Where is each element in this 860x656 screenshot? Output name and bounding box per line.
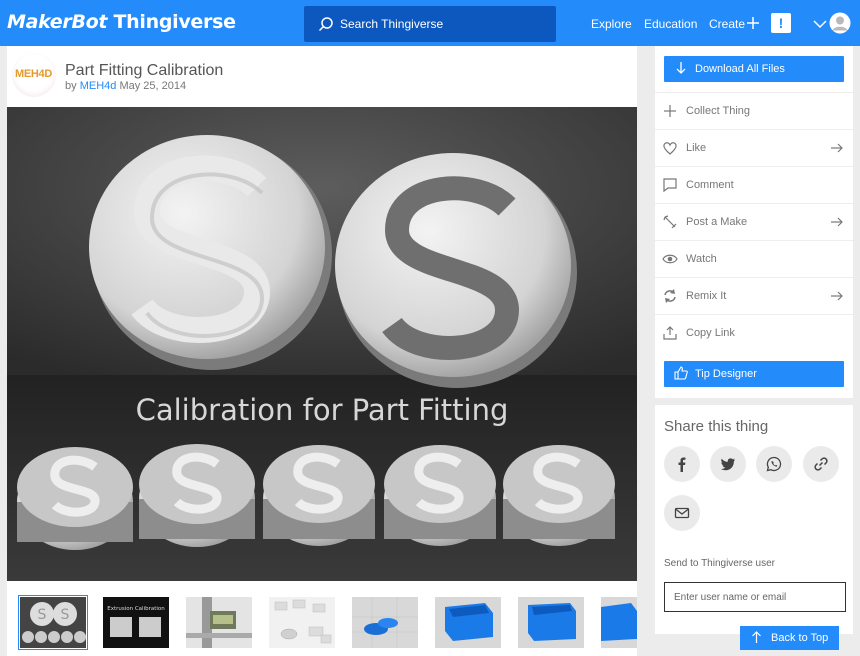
blue-box-render-icon [435, 597, 501, 648]
action-label: Post a Make [686, 216, 748, 228]
thing-title: Part Fitting Calibration [65, 62, 224, 79]
action-label: Remix It [686, 290, 727, 302]
download-label: Download All Files [695, 63, 785, 75]
watch-button[interactable]: Watch [655, 240, 853, 277]
arrow-up-icon [752, 631, 761, 643]
author-link[interactable]: MEH4d [80, 80, 117, 92]
arrow-right-icon [831, 217, 843, 227]
remix-it-button[interactable]: Remix It [655, 277, 853, 314]
share-facebook-button[interactable] [664, 446, 700, 482]
nav-create[interactable]: Create [709, 17, 759, 31]
remix-icon [664, 289, 676, 303]
action-label: Collect Thing [686, 105, 750, 117]
blue-box-render-icon [601, 597, 637, 648]
send-to-user-input[interactable] [664, 582, 846, 612]
arrow-right-icon [831, 291, 843, 301]
action-label: Like [686, 142, 707, 154]
svg-text:S: S [38, 607, 47, 623]
plus-icon [747, 17, 759, 29]
extrusion-calibration-thumbnail-icon: Extrusion Calibration [103, 597, 169, 648]
notifications-button[interactable]: ! [771, 13, 791, 33]
share-icon [663, 326, 677, 340]
tip-label: Tip Designer [695, 368, 757, 380]
pencil-icon [663, 215, 677, 229]
share-whatsapp-button[interactable] [756, 446, 792, 482]
chevron-down-icon [813, 20, 827, 29]
share-twitter-button[interactable] [710, 446, 746, 482]
share-email-button[interactable] [664, 495, 700, 531]
search-placeholder: Search Thingiverse [340, 17, 444, 31]
top-nav-bar: MakerBot Thingiverse Search Thingiverse … [0, 0, 860, 46]
eye-icon [662, 254, 678, 264]
arrow-right-icon [831, 143, 843, 153]
avatar-icon [829, 12, 851, 34]
download-icon [676, 62, 686, 74]
thumbnail[interactable] [601, 597, 637, 648]
link-icon [814, 457, 828, 471]
nav-education[interactable]: Education [644, 17, 697, 31]
thumbnail[interactable]: Extrusion Calibration [103, 597, 169, 648]
white-parts-thumbnail-icon [269, 597, 335, 648]
facebook-icon [678, 457, 686, 472]
collect-thing-button[interactable]: Collect Thing [655, 92, 853, 129]
svg-text:S: S [61, 607, 70, 623]
thumbnail[interactable]: S S [18, 595, 88, 650]
back-to-top-label: Back to Top [771, 632, 829, 644]
twitter-icon [720, 458, 735, 471]
coins-thumbnail-icon: S S [20, 597, 86, 648]
share-link-button[interactable] [803, 446, 839, 482]
action-label: Comment [686, 179, 734, 191]
byline-prefix: by [65, 80, 77, 92]
share-title: Share this thing [664, 418, 769, 435]
makerbot-thingiverse-logo[interactable]: MakerBot Thingiverse [7, 11, 236, 33]
thing-main-panel: MEH4D Part Fitting Calibration by MEH4d … [7, 46, 637, 581]
logo-brand: MakerBot [7, 11, 108, 33]
search-icon [318, 17, 333, 32]
comment-icon [663, 178, 677, 193]
blue-box-render-icon [518, 597, 584, 648]
thumb-caption: Extrusion Calibration [107, 606, 165, 612]
heart-icon [663, 142, 677, 155]
thumbnail[interactable] [186, 597, 252, 648]
logo-product: Thingiverse [113, 11, 236, 33]
download-all-files-button[interactable]: Download All Files [664, 56, 844, 82]
hero-caption: Calibration for Part Fitting [136, 393, 509, 427]
like-button[interactable]: Like [655, 129, 853, 166]
whatsapp-icon [766, 456, 782, 472]
nav-create-label: Create [709, 17, 746, 31]
coins-photo: Calibration for Part Fitting [7, 107, 637, 581]
action-label: Watch [686, 253, 717, 265]
action-label: Copy Link [686, 327, 735, 339]
send-to-user-label: Send to Thingiverse user [664, 558, 775, 569]
caliper-thumbnail-icon [186, 597, 252, 648]
thing-actions-panel: Download All Files Collect Thing Like Co… [655, 46, 853, 398]
thumbnail[interactable] [269, 597, 335, 648]
thumbs-up-icon [674, 366, 688, 380]
comment-button[interactable]: Comment [655, 166, 853, 203]
blue-coin-render-icon [352, 597, 418, 648]
thumbnail[interactable] [352, 597, 418, 648]
thumbnail[interactable] [435, 597, 501, 648]
share-panel: Share this thing Send to Thingiverse use… [655, 405, 853, 634]
nav-explore[interactable]: Explore [591, 17, 632, 31]
hero-image[interactable]: Calibration for Part Fitting [7, 107, 637, 581]
designer-avatar-text: MEH4D [15, 68, 53, 80]
thing-byline: by MEH4d May 25, 2014 [65, 80, 186, 92]
publish-date: May 25, 2014 [119, 80, 187, 92]
tip-designer-button[interactable]: Tip Designer [664, 361, 844, 387]
thumbnail-strip: S S Extrusion Calibration [7, 581, 637, 656]
copy-link-button[interactable]: Copy Link [655, 314, 853, 351]
email-icon [674, 507, 690, 519]
plus-icon [664, 105, 676, 117]
post-a-make-button[interactable]: Post a Make [655, 203, 853, 240]
search-box[interactable]: Search Thingiverse [304, 6, 556, 42]
back-to-top-button[interactable]: Back to Top [740, 626, 839, 650]
thumbnail[interactable] [518, 597, 584, 648]
designer-avatar[interactable]: MEH4D [12, 53, 56, 97]
